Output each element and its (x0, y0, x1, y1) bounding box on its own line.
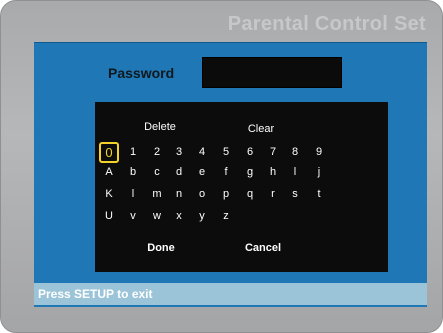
content-panel: Password Delete Clear 0123456789 Abcdefgh… (34, 42, 427, 307)
footer-hint: Press SETUP to exit (38, 287, 153, 301)
key-2-7[interactable]: r (265, 186, 281, 202)
key-2-0[interactable]: K (101, 186, 117, 202)
key-1-8[interactable]: l (287, 164, 303, 180)
key-2-3[interactable]: n (171, 186, 187, 202)
key-1-2[interactable]: c (149, 164, 165, 180)
footer-bar: Press SETUP to exit (34, 283, 427, 305)
key-1-7[interactable]: h (265, 164, 281, 180)
clear-button[interactable]: Clear (248, 122, 274, 136)
key-1-3[interactable]: d (171, 164, 187, 180)
key-2-9[interactable]: t (311, 186, 327, 202)
key-3-1[interactable]: v (125, 208, 141, 224)
key-0-9[interactable]: 9 (311, 144, 327, 160)
key-3-0[interactable]: U (101, 208, 117, 224)
key-1-0[interactable]: A (101, 164, 117, 180)
key-3-2[interactable]: w (149, 208, 165, 224)
key-0-7[interactable]: 7 (265, 144, 281, 160)
key-3-5[interactable]: z (218, 208, 234, 224)
key-1-9[interactable]: j (311, 164, 327, 180)
key-2-5[interactable]: p (218, 186, 234, 202)
key-0-8[interactable]: 8 (287, 144, 303, 160)
password-label: Password (108, 65, 175, 81)
key-0-0[interactable]: 0 (99, 142, 119, 163)
key-3-3[interactable]: x (171, 208, 187, 224)
key-1-4[interactable]: e (194, 164, 210, 180)
on-screen-keypad: Delete Clear 0123456789AbcdefghljKlmnopq… (95, 102, 388, 272)
key-2-8[interactable]: s (287, 186, 303, 202)
cancel-button[interactable]: Cancel (245, 241, 281, 255)
key-1-1[interactable]: b (125, 164, 141, 180)
done-button[interactable]: Done (147, 241, 175, 255)
key-0-2[interactable]: 2 (149, 144, 165, 160)
key-0-1[interactable]: 1 (125, 144, 141, 160)
dialog-title: Parental Control Set (227, 13, 426, 35)
delete-button[interactable]: Delete (144, 120, 176, 134)
key-2-6[interactable]: q (242, 186, 258, 202)
key-3-4[interactable]: y (194, 208, 210, 224)
key-0-5[interactable]: 5 (218, 144, 234, 160)
key-1-6[interactable]: g (242, 164, 258, 180)
password-field[interactable] (202, 57, 342, 88)
key-2-2[interactable]: m (149, 186, 165, 202)
key-2-1[interactable]: l (125, 186, 141, 202)
key-1-5[interactable]: f (218, 164, 234, 180)
key-0-4[interactable]: 4 (194, 144, 210, 160)
key-2-4[interactable]: o (194, 186, 210, 202)
key-0-3[interactable]: 3 (171, 144, 187, 160)
key-0-6[interactable]: 6 (242, 144, 258, 160)
